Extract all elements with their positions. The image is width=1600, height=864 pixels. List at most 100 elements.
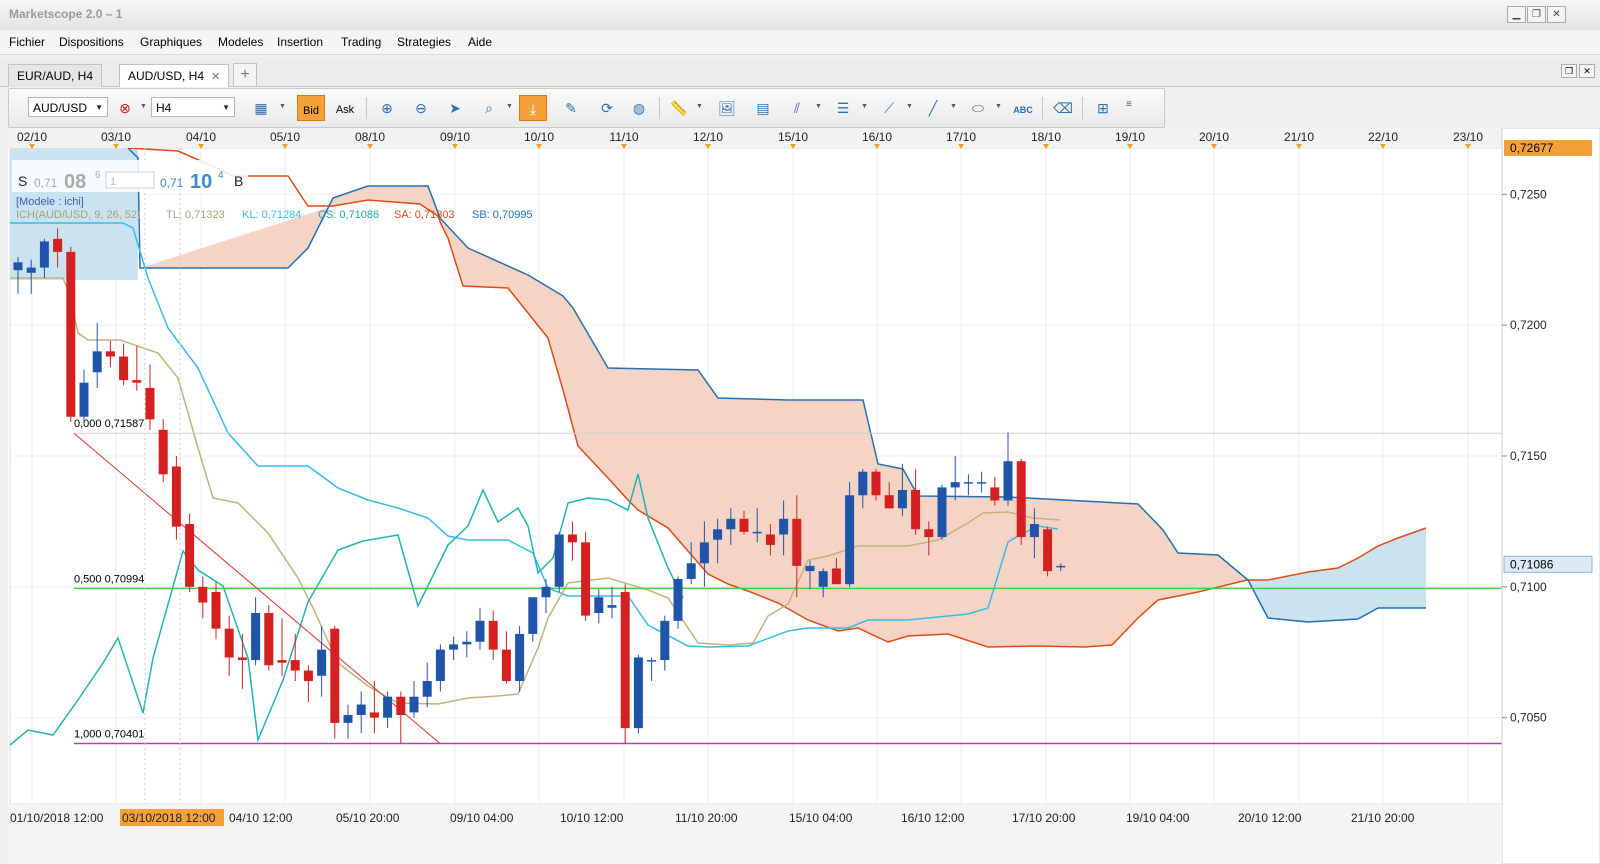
- candle-body: [897, 489, 907, 509]
- candle-body: [779, 518, 789, 535]
- chevron-down-icon[interactable]: ▼: [140, 103, 147, 110]
- pointer-icon[interactable]: ➤: [441, 95, 469, 121]
- hierarchy-icon[interactable]: ⊞: [1089, 95, 1117, 121]
- candle-body: [224, 628, 234, 658]
- date-tick-label: 20/10: [1199, 130, 1229, 144]
- toolbar-overflow-icon[interactable]: ≡: [1126, 99, 1132, 110]
- menu-aide[interactable]: Aide: [468, 35, 492, 49]
- timeframe-select[interactable]: H4 ▼: [151, 97, 235, 117]
- scroll-to-end-icon[interactable]: ⤓: [519, 95, 547, 121]
- menu-modeles[interactable]: Modeles: [218, 35, 263, 49]
- menu-fichier[interactable]: Fichier: [9, 35, 45, 49]
- zoom-in-icon[interactable]: ⊕: [373, 95, 401, 121]
- chevron-down-icon[interactable]: ▼: [950, 103, 957, 110]
- candle-body: [145, 387, 155, 420]
- eraser-icon[interactable]: ⌫: [1049, 95, 1077, 121]
- horizontal-lines-icon[interactable]: ☰: [829, 95, 857, 121]
- close-button[interactable]: ✕: [1547, 6, 1566, 23]
- sell-label: S: [18, 173, 27, 189]
- ruler-icon[interactable]: 📏: [665, 95, 693, 121]
- time-tick-label: 16/10 12:00: [901, 811, 965, 825]
- fan-icon[interactable]: ⟋: [875, 95, 903, 121]
- price-chart[interactable]: 0,000 0,71587 0,500 0,70994 1,000 0,70401 …: [8, 128, 1600, 864]
- chevron-down-icon: ▼: [95, 103, 103, 112]
- time-tick-label: 10/10 12:00: [560, 811, 624, 825]
- candle-body: [686, 563, 696, 579]
- indicator-icon[interactable]: ▦: [247, 95, 275, 121]
- menu-strategies[interactable]: Strategies: [397, 35, 451, 49]
- date-tick-label: 05/10: [270, 130, 300, 144]
- toolbar-separator: [1082, 97, 1083, 119]
- minimize-button[interactable]: ▁: [1507, 6, 1526, 23]
- ask-label: Ask: [335, 104, 355, 116]
- menu-insertion[interactable]: Insertion: [277, 35, 323, 49]
- legend-kl: KL: 0,71284: [242, 209, 301, 221]
- time-tick-label: 04/10 12:00: [229, 811, 293, 825]
- time-tick-label: 15/10 04:00: [789, 811, 853, 825]
- text-label-icon[interactable]: ABC: [1009, 95, 1037, 121]
- tab-eur-aud[interactable]: EUR/AUD, H4: [8, 64, 103, 87]
- chevron-down-icon[interactable]: ▼: [696, 103, 703, 110]
- candle-body: [607, 605, 617, 608]
- candle-body: [581, 542, 591, 616]
- chevron-down-icon[interactable]: ▼: [906, 103, 913, 110]
- candle-body: [528, 597, 538, 634]
- candle-body: [26, 267, 36, 273]
- candle-body: [211, 592, 221, 629]
- window-title: Marketscope 2.0 – 1: [9, 7, 123, 21]
- date-tick-label: 15/10: [778, 130, 808, 144]
- candle-body: [330, 628, 340, 723]
- candle-body: [924, 529, 934, 538]
- globe-icon[interactable]: ◍: [625, 95, 653, 121]
- chevron-down-icon[interactable]: ▼: [861, 103, 868, 110]
- chart-type-icon[interactable]: ⊗: [111, 95, 139, 121]
- current-price-badge-label: 0,71086: [1510, 557, 1554, 571]
- candle-body: [264, 612, 274, 666]
- zoom-out-icon[interactable]: ⊖: [407, 95, 435, 121]
- candle-body: [185, 524, 195, 587]
- date-tick-label: 08/10: [355, 130, 385, 144]
- candle-body: [647, 660, 657, 662]
- candle-body: [739, 518, 749, 532]
- window-icon[interactable]: ▤: [749, 95, 777, 121]
- chevron-down-icon[interactable]: ▼: [815, 103, 822, 110]
- amount-value: 1: [110, 176, 116, 188]
- candle-body: [1003, 461, 1013, 501]
- chevron-down-icon[interactable]: ▼: [279, 103, 286, 110]
- candle-body: [620, 592, 630, 729]
- refresh-icon[interactable]: ⟳: [593, 95, 621, 121]
- toolbar-separator: [1042, 97, 1043, 119]
- restore-button[interactable]: ❐: [1527, 6, 1546, 23]
- candle-body: [396, 696, 406, 716]
- close-icon[interactable]: ✕: [211, 71, 220, 83]
- bid-button[interactable]: Bid: [297, 95, 325, 121]
- symbol-select[interactable]: AUD/USD ▼: [28, 97, 108, 117]
- template-icon[interactable]: ✎: [557, 95, 585, 121]
- sell-price-sup: 6: [95, 170, 101, 181]
- add-tab-button[interactable]: +: [233, 63, 257, 87]
- legend-model: [Modele : ichi]: [16, 196, 84, 208]
- image-icon[interactable]: 🖼: [713, 95, 741, 121]
- candle-body: [673, 578, 683, 621]
- candle-body: [501, 649, 511, 682]
- lines-icon[interactable]: ⫽: [783, 95, 811, 121]
- candle-body: [105, 351, 115, 357]
- candle-body: [422, 681, 432, 697]
- candle-body: [765, 534, 775, 545]
- ellipse-icon[interactable]: ⬭: [964, 95, 992, 121]
- candle-body: [699, 542, 709, 564]
- ask-button[interactable]: Ask: [331, 95, 359, 121]
- chevron-down-icon[interactable]: ▼: [995, 103, 1002, 110]
- close-chart-icon[interactable]: ✕: [1579, 64, 1595, 78]
- date-tick-label: 02/10: [17, 130, 47, 144]
- trendline-icon[interactable]: ╱: [919, 95, 947, 121]
- restore-chart-icon[interactable]: ❐: [1561, 64, 1577, 78]
- time-tick-label: 01/10/2018 12:00: [10, 811, 104, 825]
- magnifier-icon[interactable]: ⌕: [475, 95, 503, 121]
- tab-aud-usd[interactable]: AUD/USD, H4 ✕: [119, 64, 230, 87]
- menu-trading[interactable]: Trading: [341, 35, 381, 49]
- chevron-down-icon[interactable]: ▼: [506, 103, 513, 110]
- menu-graphiques[interactable]: Graphiques: [140, 35, 202, 49]
- menu-dispositions[interactable]: Dispositions: [59, 35, 124, 49]
- date-tick-label: 18/10: [1031, 130, 1061, 144]
